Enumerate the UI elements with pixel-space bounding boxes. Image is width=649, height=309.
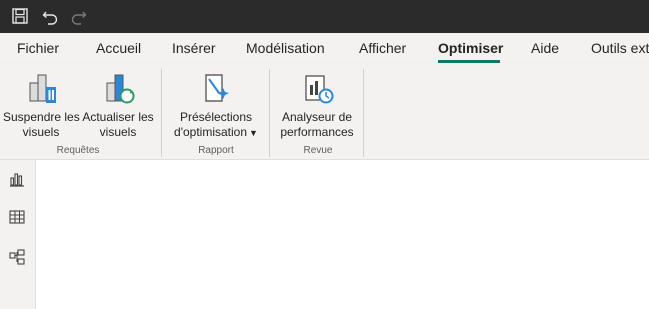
group-separator	[363, 69, 364, 157]
optimization-presets-button[interactable]: Présélections d'optimisation ▼	[168, 71, 264, 141]
table-view-icon[interactable]	[8, 208, 26, 226]
tab-outils-ext[interactable]: Outils ext	[591, 40, 649, 56]
optimization-presets-label-line1: Présélections	[179, 110, 253, 124]
group-label-requetes: Requêtes	[56, 145, 100, 156]
title-bar	[0, 0, 649, 33]
model-view-icon[interactable]	[8, 248, 26, 266]
pause-visuals-button[interactable]: Suspendre les visuels	[3, 71, 80, 140]
undo-icon[interactable]	[41, 7, 59, 25]
tab-modelisation[interactable]: Modélisation	[246, 40, 325, 56]
report-canvas[interactable]	[36, 160, 649, 309]
group-label-revue: Revue	[303, 145, 333, 156]
group-separator	[161, 69, 162, 157]
optimization-presets-label-line2-wrap: d'optimisation ▼	[168, 125, 264, 141]
redo-icon[interactable]	[70, 7, 88, 25]
pause-visuals-label-line2: visuels	[22, 125, 60, 139]
tab-aide[interactable]: Aide	[531, 40, 559, 56]
tab-inserer[interactable]: Insérer	[172, 40, 216, 56]
report-view-icon[interactable]	[8, 170, 26, 188]
optimization-presets-icon	[199, 71, 233, 105]
refresh-visuals-icon	[101, 71, 135, 105]
performance-analyzer-icon	[300, 71, 334, 105]
ribbon-panel: Suspendre les visuels Actualiser les vis…	[0, 63, 649, 160]
chevron-down-icon[interactable]: ▼	[249, 128, 258, 138]
view-switcher-rail	[0, 160, 36, 309]
refresh-visuals-label-line2: visuels	[99, 125, 137, 139]
performance-analyzer-label-line2: performances	[280, 125, 354, 139]
tab-accueil[interactable]: Accueil	[96, 40, 141, 56]
save-icon[interactable]	[11, 7, 29, 25]
group-separator	[269, 69, 270, 157]
tab-fichier[interactable]: Fichier	[17, 40, 59, 56]
performance-analyzer-button[interactable]: Analyseur de performances	[276, 71, 358, 140]
group-label-rapport: Rapport	[198, 145, 234, 156]
refresh-visuals-label-line1: Actualiser les	[82, 110, 154, 124]
pause-visuals-label-line1: Suspendre les	[3, 110, 80, 124]
pause-visuals-icon	[24, 71, 58, 105]
optimization-presets-label-line2: d'optimisation	[174, 125, 248, 139]
tab-afficher[interactable]: Afficher	[359, 40, 406, 56]
ribbon-tabs: Fichier Accueil Insérer Modélisation Aff…	[0, 33, 649, 63]
refresh-visuals-button[interactable]: Actualiser les visuels	[80, 71, 156, 140]
tab-optimiser[interactable]: Optimiser	[438, 40, 503, 56]
performance-analyzer-label-line1: Analyseur de	[281, 110, 353, 124]
